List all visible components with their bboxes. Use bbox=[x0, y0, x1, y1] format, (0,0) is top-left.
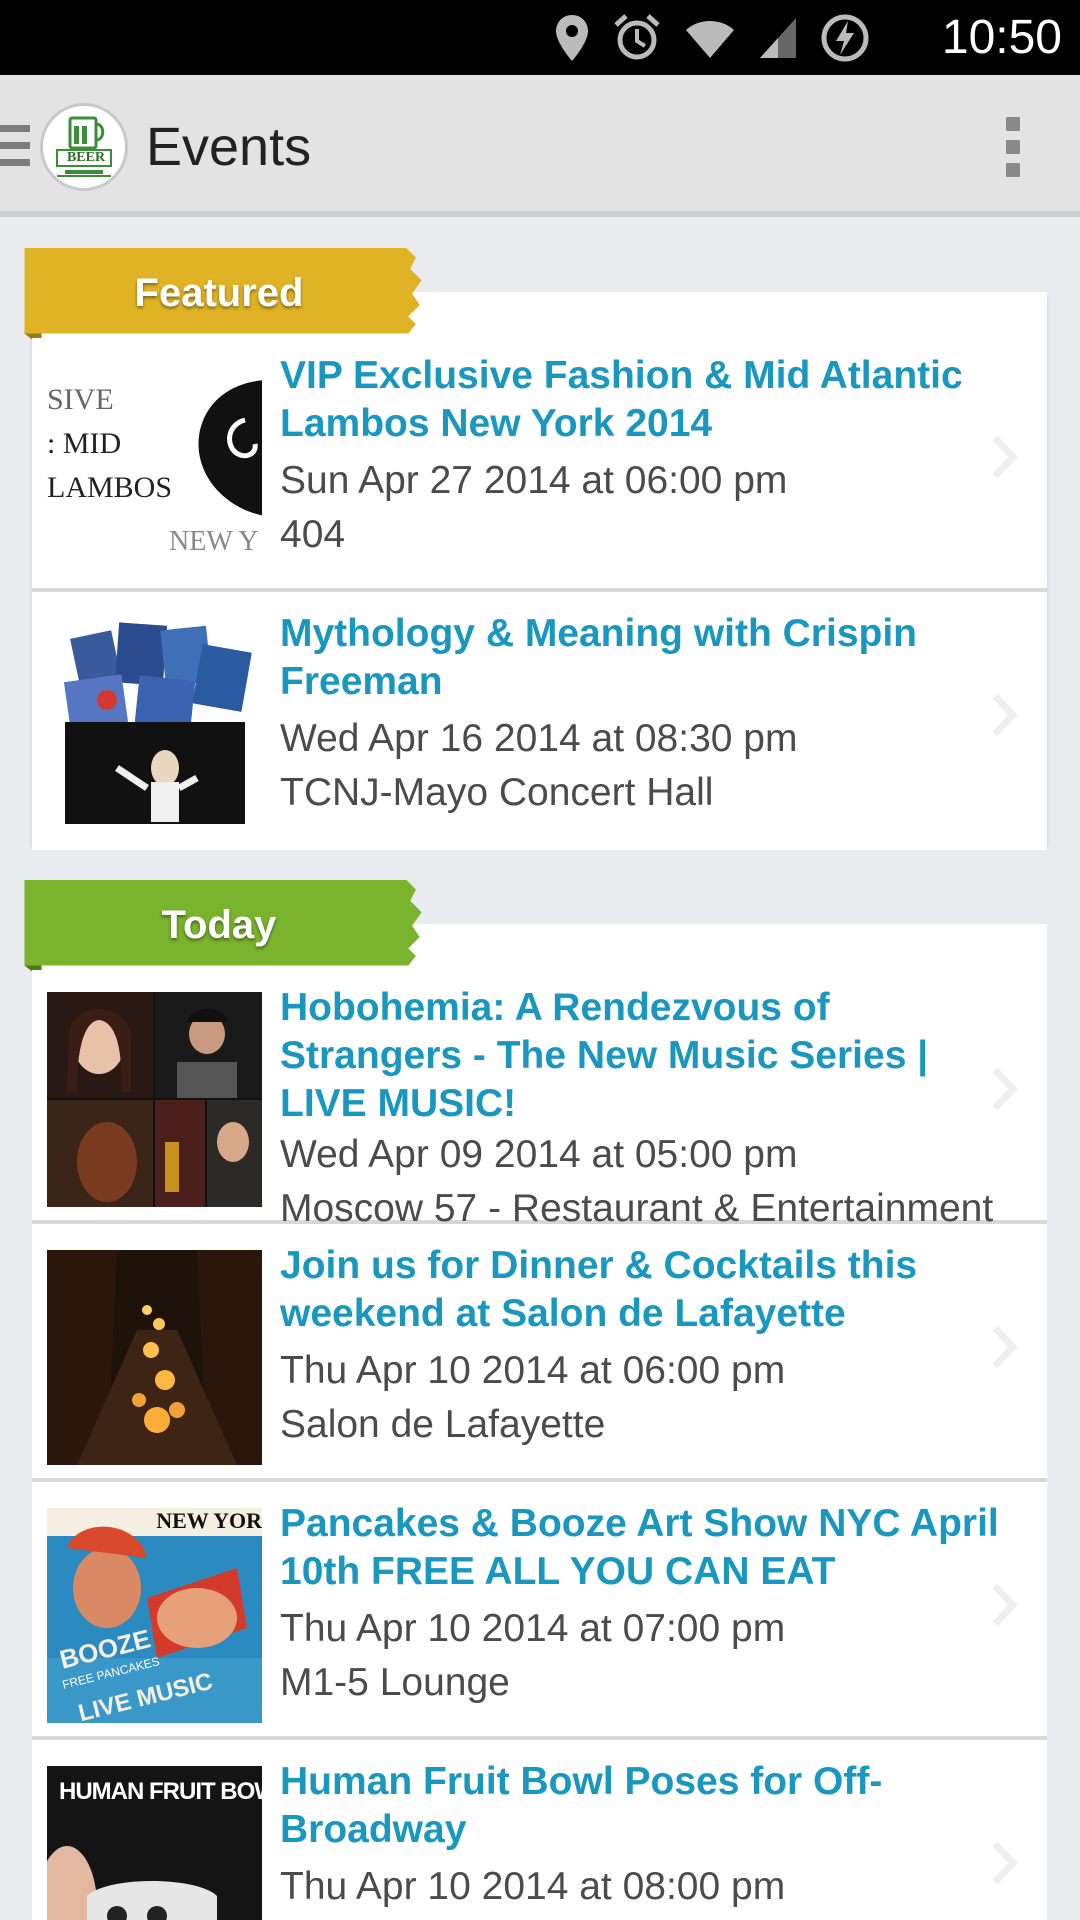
event-date: Wed Apr 16 2014 at 08:30 pm bbox=[280, 717, 798, 760]
thumb-text: NEW Y bbox=[169, 526, 259, 557]
event-date: Sun Apr 27 2014 at 06:00 pm bbox=[280, 459, 788, 502]
event-row[interactable]: SIVE : MID LAMBOS NEW Y VIP Exclusive Fa… bbox=[32, 338, 1047, 592]
featured-section: Featured SIVE : MID LAMBOS NEW Y VIP Exc… bbox=[0, 240, 1080, 860]
alarm-icon bbox=[614, 14, 660, 60]
action-bar: BEER Events bbox=[0, 75, 1080, 217]
event-venue: Salon de Lafayette bbox=[280, 1403, 606, 1446]
event-venue: TCNJ-Mayo Concert Hall bbox=[280, 771, 714, 814]
event-title: Hobohemia: A Rendezvous of Strangers - T… bbox=[280, 986, 929, 1125]
event-info: Join us for Dinner & Cocktails this week… bbox=[280, 1242, 1020, 1452]
overflow-menu-icon[interactable] bbox=[1006, 117, 1022, 177]
event-venue: M1-5 Lounge bbox=[280, 1661, 510, 1704]
chevron-right-icon bbox=[992, 693, 1018, 737]
app-logo[interactable]: BEER bbox=[40, 103, 128, 191]
event-row[interactable]: Join us for Dinner & Cocktails this week… bbox=[32, 1228, 1047, 1482]
event-row[interactable]: HUMAN FRUIT BOW Human Fruit Bowl Poses f… bbox=[32, 1744, 1047, 1920]
status-time: 10:50 bbox=[941, 11, 1062, 64]
event-title: VIP Exclusive Fashion & Mid Atlantic Lam… bbox=[280, 354, 963, 445]
thumb-text: : MID bbox=[47, 427, 122, 460]
today-ribbon-label: Today bbox=[161, 903, 277, 947]
event-info: VIP Exclusive Fashion & Mid Atlantic Lam… bbox=[280, 352, 1020, 562]
wifi-icon bbox=[686, 21, 734, 58]
fashion-logo-icon bbox=[198, 380, 262, 516]
event-row[interactable]: Hobohemia: A Rendezvous of Strangers - T… bbox=[32, 970, 1047, 1230]
mythology-image bbox=[63, 622, 252, 824]
event-title: Pancakes & Booze Art Show NYC April 10th… bbox=[280, 1502, 999, 1593]
event-thumbnail bbox=[47, 992, 262, 1207]
event-thumbnail bbox=[47, 618, 262, 833]
beer-logo-icon bbox=[45, 108, 123, 186]
event-thumbnail: NEW YOR BOOZE FREE PANCAKES LIVE MUSIC bbox=[47, 1508, 262, 1723]
event-date: Thu Apr 10 2014 at 07:00 pm bbox=[280, 1607, 786, 1650]
event-info: Mythology & Meaning with Crispin Freeman… bbox=[280, 610, 1020, 820]
thumb-text: LAMBOS bbox=[47, 471, 173, 504]
thumb-text: HUMAN FRUIT BOW bbox=[59, 1778, 262, 1805]
chevron-right-icon bbox=[992, 435, 1018, 479]
location-icon bbox=[556, 15, 588, 61]
event-title: Mythology & Meaning with Crispin Freeman bbox=[280, 612, 917, 703]
thumb-text: NEW YOR bbox=[156, 1508, 262, 1533]
chevron-right-icon bbox=[992, 1841, 1018, 1885]
logo-text: BEER bbox=[66, 150, 106, 165]
chevron-right-icon bbox=[992, 1583, 1018, 1627]
event-row[interactable]: Mythology & Meaning with Crispin Freeman… bbox=[32, 596, 1047, 850]
page-title: Events bbox=[146, 117, 312, 177]
today-section: Today Hobohemia: A Rendezvous of Strange… bbox=[0, 872, 1080, 1920]
thumb-text: SIVE bbox=[47, 383, 114, 416]
event-venue: 404 bbox=[280, 513, 346, 556]
signal-icon bbox=[760, 18, 796, 58]
event-thumbnail: SIVE : MID LAMBOS NEW Y bbox=[47, 360, 262, 575]
battery-charging-icon bbox=[821, 14, 869, 62]
chevron-right-icon bbox=[992, 1325, 1018, 1369]
event-thumbnail bbox=[47, 1250, 262, 1465]
event-title: Human Fruit Bowl Poses for Off-Broadway bbox=[280, 1760, 883, 1851]
event-date: Thu Apr 10 2014 at 08:00 pm bbox=[280, 1865, 786, 1908]
event-info: Pancakes & Booze Art Show NYC April 10th… bbox=[280, 1500, 1020, 1710]
hobohemia-image bbox=[47, 992, 262, 1207]
status-icons bbox=[554, 10, 870, 66]
featured-ribbon-label: Featured bbox=[134, 271, 304, 315]
event-thumbnail: HUMAN FRUIT BOW bbox=[47, 1766, 262, 1920]
event-row[interactable]: NEW YOR BOOZE FREE PANCAKES LIVE MUSIC P… bbox=[32, 1486, 1047, 1740]
event-date: Thu Apr 10 2014 at 06:00 pm bbox=[280, 1349, 786, 1392]
event-title: Join us for Dinner & Cocktails this week… bbox=[280, 1244, 918, 1335]
chevron-right-icon bbox=[992, 1067, 1018, 1111]
event-date: Wed Apr 09 2014 at 05:00 pm bbox=[280, 1133, 798, 1176]
status-bar: 10:50 bbox=[0, 0, 1080, 75]
event-info: Human Fruit Bowl Poses for Off-Broadway … bbox=[280, 1758, 1020, 1914]
event-info: Hobohemia: A Rendezvous of Strangers - T… bbox=[280, 984, 1020, 1236]
drawer-icon[interactable] bbox=[0, 125, 30, 167]
salon-dinner-image bbox=[47, 1250, 262, 1465]
